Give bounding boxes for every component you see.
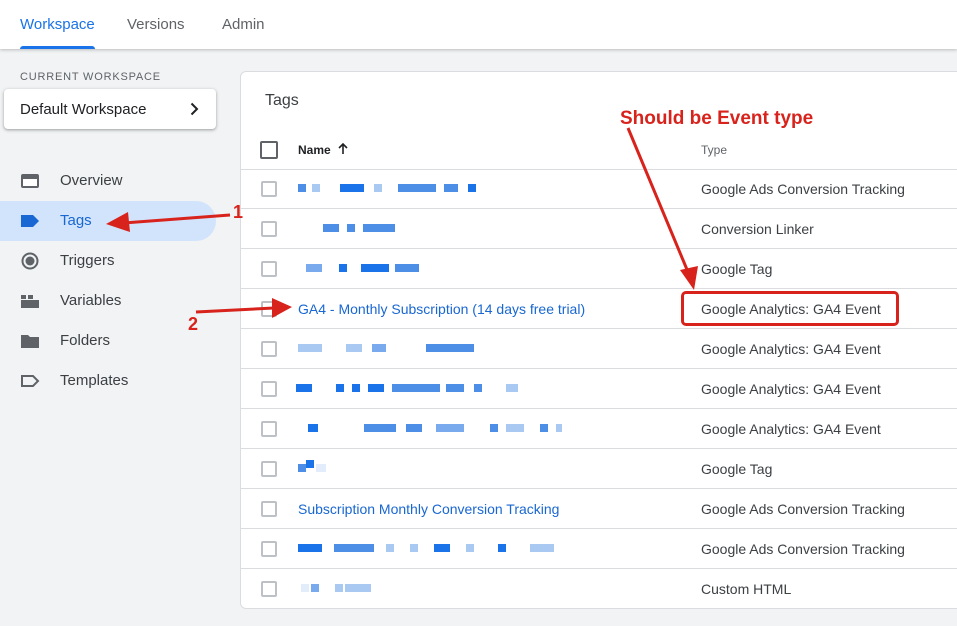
- annotation-arrowhead-1: [106, 212, 130, 232]
- annotation-arrowhead-2: [272, 298, 292, 318]
- annotation-arrow-2: [195, 306, 275, 314]
- annotation-arrow-3: [626, 127, 690, 273]
- annotation-arrow-1: [123, 213, 231, 225]
- annotation-arrows: [106, 127, 698, 318]
- annotation-arrowhead-3: [680, 266, 698, 290]
